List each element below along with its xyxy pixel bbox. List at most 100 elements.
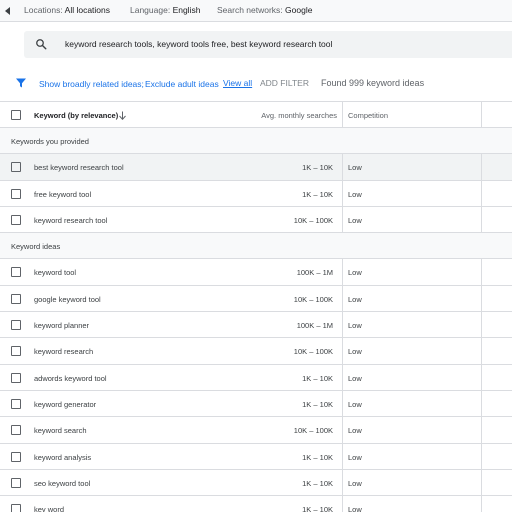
table-row[interactable]: seo keyword tool 1K – 10K Low xyxy=(0,469,512,497)
row-checkbox[interactable] xyxy=(11,267,21,278)
row-checkbox[interactable] xyxy=(11,214,21,225)
keyword-column-header[interactable]: Keyword (by relevance) xyxy=(34,111,118,120)
row-checkbox[interactable] xyxy=(11,162,21,173)
table-row[interactable]: keyword generator 1K – 10K Low xyxy=(0,390,512,418)
row-checkbox[interactable] xyxy=(11,504,21,512)
volume-cell: 10K – 100K xyxy=(293,347,333,357)
volume-cell: 1K – 10K xyxy=(302,399,333,409)
table-row[interactable]: keyword tool 100K – 1M Low xyxy=(0,259,512,286)
volume-cell: 100K – 1M xyxy=(296,268,333,278)
search-query[interactable]: keyword research tools, keyword tools fr… xyxy=(65,39,332,49)
column-divider xyxy=(342,154,343,180)
keyword-table: Keyword (by relevance) Avg. monthly sear… xyxy=(0,101,512,512)
column-divider xyxy=(342,417,343,443)
group-header-ideas: Keyword ideas xyxy=(0,233,512,260)
table-header: Keyword (by relevance) Avg. monthly sear… xyxy=(0,101,512,128)
column-divider xyxy=(342,180,343,206)
column-divider xyxy=(481,496,482,512)
table-row[interactable]: google keyword tool 10K – 100K Low xyxy=(0,285,512,313)
volume-cell: 10K – 100K xyxy=(293,426,333,436)
group-label: Keyword ideas xyxy=(11,242,61,252)
column-divider xyxy=(342,496,343,512)
row-checkbox[interactable] xyxy=(11,188,21,199)
keyword-cell: keyword research tool xyxy=(34,215,108,225)
competition-cell: Low xyxy=(348,189,362,199)
competition-cell: Low xyxy=(348,478,362,488)
keyword-cell: keyword planner xyxy=(34,321,90,331)
column-divider xyxy=(481,285,482,312)
volume-cell: 10K – 100K xyxy=(293,215,333,225)
back-button[interactable] xyxy=(2,3,14,18)
competition-cell: Low xyxy=(348,399,362,409)
keyword-cell: best keyword research tool xyxy=(34,163,124,173)
table-row[interactable]: free keyword tool 1K – 10K Low xyxy=(0,180,512,207)
view-all-link[interactable]: View all xyxy=(223,78,252,88)
language-setting[interactable]: Language: English xyxy=(130,5,200,15)
locations-label: Locations: xyxy=(24,5,63,15)
column-divider xyxy=(481,154,482,180)
table-row[interactable]: key word 1K – 10K Low xyxy=(0,496,512,512)
table-row[interactable]: keyword search 10K – 100K Low xyxy=(0,417,512,444)
volume-cell: 1K – 10K xyxy=(302,373,333,383)
found-count: Found 999 keyword ideas xyxy=(321,78,425,88)
filter-bar: Show broadly related ideas; Exclude adul… xyxy=(0,70,512,96)
volume-cell: 1K – 10K xyxy=(302,505,333,512)
column-divider xyxy=(342,338,343,364)
select-all-checkbox[interactable] xyxy=(11,110,21,120)
language-label: Language: xyxy=(130,5,171,15)
column-divider xyxy=(481,259,482,285)
keyword-search-box[interactable]: keyword research tools, keyword tools fr… xyxy=(24,31,512,58)
column-divider xyxy=(481,338,482,364)
table-row[interactable]: keyword analysis 1K – 10K Low xyxy=(0,443,512,470)
row-checkbox[interactable] xyxy=(11,425,21,436)
arrow-down-icon[interactable] xyxy=(119,111,126,120)
group-label: Keywords you provided xyxy=(11,137,89,146)
row-checkbox[interactable] xyxy=(11,293,21,304)
row-checkbox[interactable] xyxy=(11,372,21,383)
keyword-cell: free keyword tool xyxy=(34,189,92,199)
table-row[interactable]: keyword research tool 10K – 100K Low xyxy=(0,206,512,234)
add-filter-button[interactable]: ADD FILTER xyxy=(260,78,309,88)
networks-value: Google xyxy=(285,5,313,15)
row-checkbox[interactable] xyxy=(11,477,21,488)
column-divider xyxy=(342,469,343,496)
keyword-cell: google keyword tool xyxy=(34,294,101,304)
networks-label: Search networks: xyxy=(217,5,283,15)
table-row[interactable]: best keyword research tool 1K – 10K Low xyxy=(0,154,512,181)
table-row[interactable]: keyword planner 100K – 1M Low xyxy=(0,312,512,339)
row-checkbox[interactable] xyxy=(11,320,21,331)
volume-column-header[interactable]: Avg. monthly searches xyxy=(261,111,337,120)
exclude-adult-link[interactable]: Exclude adult ideas xyxy=(145,79,219,89)
competition-column-header[interactable]: Competition xyxy=(348,111,388,120)
column-divider xyxy=(342,312,343,338)
table-row[interactable]: keyword research 10K – 100K Low xyxy=(0,338,512,365)
keyword-cell: seo keyword tool xyxy=(34,478,91,488)
keyword-cell: keyword analysis xyxy=(34,452,92,462)
competition-cell: Low xyxy=(348,347,362,357)
settings-bar: Locations: All locations Language: Engli… xyxy=(0,0,512,22)
keyword-cell: keyword search xyxy=(34,426,87,436)
networks-setting[interactable]: Search networks: Google xyxy=(217,5,312,15)
locations-setting[interactable]: Locations: All locations xyxy=(24,5,110,15)
keyword-cell: adwords keyword tool xyxy=(34,373,107,383)
column-divider xyxy=(481,390,482,417)
column-divider xyxy=(481,364,482,390)
broadly-related-link[interactable]: Show broadly related ideas; xyxy=(39,79,144,89)
volume-cell: 100K – 1M xyxy=(296,321,333,331)
language-value: English xyxy=(172,5,201,15)
column-divider xyxy=(342,364,343,390)
row-checkbox[interactable] xyxy=(11,451,21,462)
keyword-cell: keyword generator xyxy=(34,399,97,409)
competition-cell: Low xyxy=(348,373,362,383)
column-divider xyxy=(342,102,343,127)
keyword-cell: keyword tool xyxy=(34,268,77,278)
column-divider xyxy=(342,443,343,469)
filter-icon[interactable] xyxy=(15,77,27,89)
column-divider xyxy=(342,259,343,285)
row-checkbox[interactable] xyxy=(11,346,21,357)
volume-cell: 1K – 10K xyxy=(302,189,333,199)
row-checkbox[interactable] xyxy=(11,398,21,409)
locations-value: All locations xyxy=(64,5,111,15)
column-divider xyxy=(481,469,482,496)
table-row[interactable]: adwords keyword tool 1K – 10K Low xyxy=(0,364,512,391)
